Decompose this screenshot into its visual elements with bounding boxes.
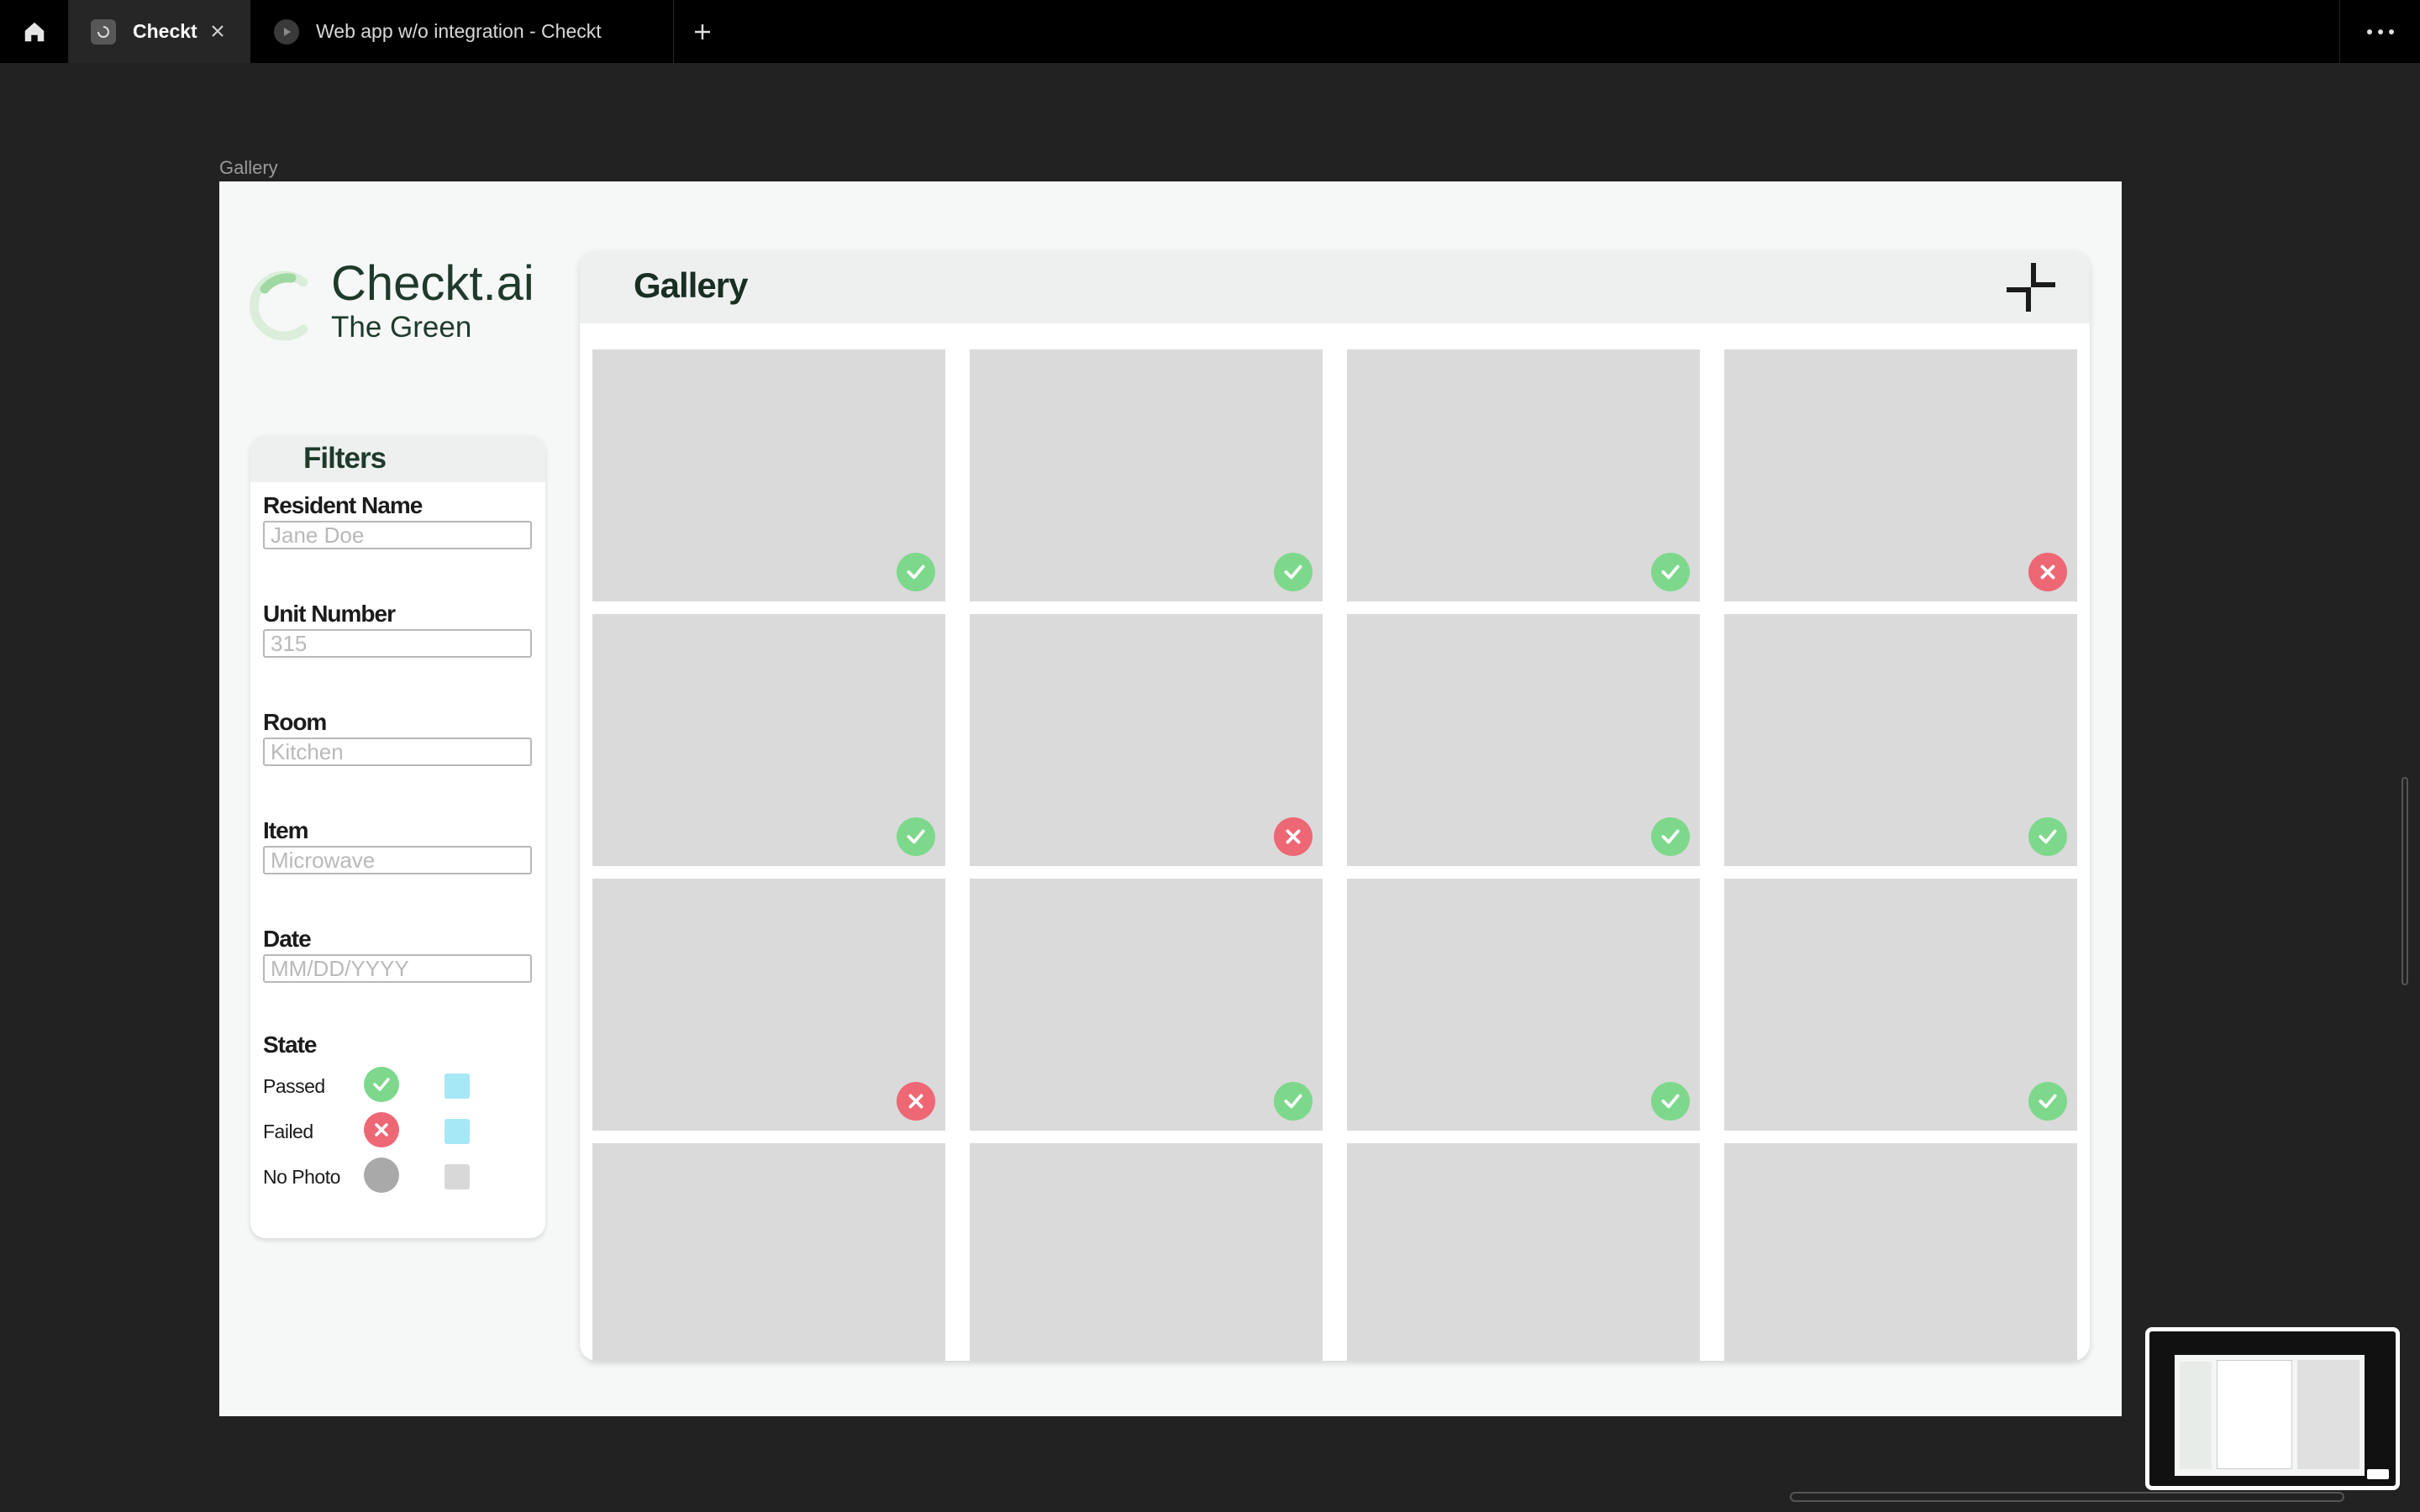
gallery-photo[interactable] (1724, 614, 2077, 866)
item-filter: Item (263, 817, 532, 874)
gallery-photo[interactable] (592, 349, 945, 601)
gallery-panel: Gallery (580, 250, 2090, 1361)
check-circle-icon (1651, 1082, 1690, 1121)
gallery-header: Gallery (580, 250, 2090, 323)
gallery-photo[interactable] (1347, 1143, 1700, 1361)
tab-checkt[interactable]: Checkt (69, 0, 250, 63)
minimap-page (2175, 1355, 2365, 1476)
state-filter: State Passed Failed No Photo (263, 1032, 532, 1193)
gallery-photo[interactable] (1724, 1143, 2077, 1361)
gallery-photo[interactable] (970, 879, 1323, 1131)
more-dots-icon (2366, 29, 2394, 34)
state-label: State (263, 1032, 317, 1058)
room-input[interactable] (263, 738, 532, 766)
check-circle-icon (1651, 553, 1690, 591)
room-label: Room (263, 709, 327, 735)
check-circle-icon (897, 553, 935, 591)
item-input[interactable] (263, 846, 532, 874)
x-circle-icon (1274, 817, 1313, 856)
collapse-button[interactable] (2004, 260, 2058, 314)
state-option-label: Failed (263, 1121, 313, 1142)
gallery-title: Gallery (634, 265, 748, 305)
no-photo-toggle-checkbox[interactable] (445, 1164, 470, 1189)
app-canvas: Checkt.ai The Green Filters Resident Nam… (219, 181, 2122, 1416)
circle-icon (364, 1158, 399, 1193)
item-label: Item (263, 817, 309, 843)
photo-grid (592, 349, 2077, 1361)
check-circle-icon (897, 817, 935, 856)
gallery-photo[interactable] (1347, 614, 1700, 866)
resident-name-filter: Resident Name (263, 492, 532, 549)
horizontal-scrollbar[interactable] (1790, 1492, 2344, 1502)
passed-toggle-checkbox[interactable] (445, 1074, 470, 1099)
tab-web-app[interactable]: Web app w/o integration - Checkt (252, 0, 674, 63)
tab-title: Web app w/o integration - Checkt (316, 20, 602, 42)
resident-name-label: Resident Name (263, 492, 423, 518)
vertical-scrollbar[interactable] (2402, 777, 2408, 985)
gallery-photo[interactable] (1724, 879, 2077, 1131)
checkt-favicon-icon (91, 18, 116, 45)
gallery-photo[interactable] (592, 614, 945, 866)
close-tab-icon[interactable] (205, 18, 230, 44)
checkt-logo-icon (250, 270, 308, 341)
gallery-photo[interactable] (970, 1143, 1323, 1361)
plus-icon (695, 24, 710, 39)
failed-toggle-checkbox[interactable] (445, 1119, 470, 1144)
tab-title: Checkt (133, 20, 197, 42)
minimap[interactable] (2145, 1327, 2400, 1490)
date-filter: Date (263, 926, 532, 983)
filters-panel: Filters Resident Name Unit Number Room I… (250, 435, 545, 1238)
check-circle-icon (1274, 553, 1313, 591)
gallery-photo[interactable] (592, 1143, 945, 1361)
x-circle-icon (2028, 553, 2067, 591)
state-option-label: Passed (263, 1075, 325, 1097)
minimap-toggle-button[interactable] (2367, 1469, 2389, 1479)
property-name: The Green (331, 311, 472, 344)
x-circle-icon (897, 1082, 935, 1121)
state-option-label: No Photo (263, 1166, 340, 1188)
new-tab-button[interactable] (682, 12, 723, 52)
state-option-failed[interactable]: Failed (263, 1112, 532, 1151)
state-option-passed[interactable]: Passed (263, 1067, 532, 1105)
unit-number-input[interactable] (263, 629, 532, 658)
x-circle-icon (364, 1112, 399, 1147)
check-circle-icon (364, 1067, 399, 1102)
browser-tab-bar: Checkt Web app w/o integration - Checkt (0, 0, 2420, 63)
gallery-photo[interactable] (970, 349, 1323, 601)
brand: Checkt.ai The Green (250, 255, 535, 348)
home-icon (24, 22, 44, 41)
filters-title: Filters (303, 442, 387, 475)
frame-label: Gallery (219, 157, 278, 178)
resident-name-input[interactable] (263, 521, 532, 549)
date-label: Date (263, 926, 312, 952)
filters-header: Filters (250, 435, 545, 482)
gallery-photo[interactable] (1724, 349, 2077, 601)
check-circle-icon (2028, 1082, 2067, 1121)
gallery-photo[interactable] (1347, 879, 1700, 1131)
date-input[interactable] (263, 954, 532, 983)
more-options-button[interactable] (2339, 0, 2420, 63)
gallery-photo[interactable] (970, 614, 1323, 866)
play-icon (274, 18, 299, 45)
state-option-no-photo[interactable]: No Photo (263, 1158, 532, 1196)
room-filter: Room (263, 709, 532, 766)
gallery-photo[interactable] (592, 879, 945, 1131)
brand-name: Checkt.ai (331, 256, 534, 311)
home-button[interactable] (0, 0, 69, 63)
collapse-icon (2007, 263, 2055, 312)
unit-number-filter: Unit Number (263, 601, 532, 658)
unit-number-label: Unit Number (263, 601, 396, 627)
gallery-photo[interactable] (1347, 349, 1700, 601)
check-circle-icon (2028, 817, 2067, 856)
check-circle-icon (1651, 817, 1690, 856)
check-circle-icon (1274, 1082, 1313, 1121)
